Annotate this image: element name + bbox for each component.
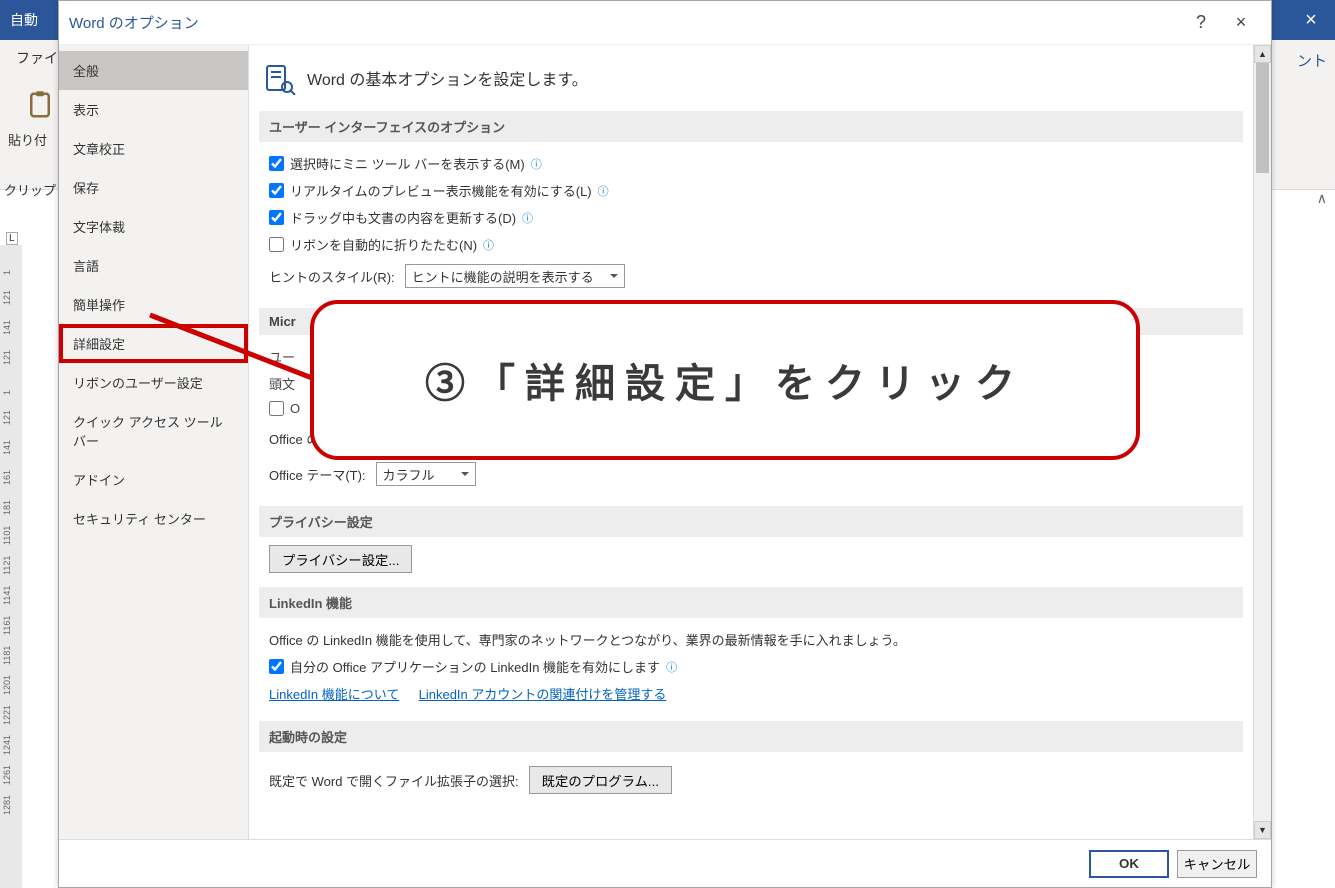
general-options-icon [263, 61, 297, 95]
clipboard-group-label: クリップ [4, 180, 56, 199]
link-linkedin-manage[interactable]: LinkedIn アカウントの関連付けを管理する [419, 684, 667, 703]
section-linkedin: LinkedIn 機能 [259, 587, 1243, 618]
linkedin-desc: Office の LinkedIn 機能を使用して、専門家のネットワークとつなが… [269, 626, 1233, 653]
scroll-up-icon[interactable]: ▲ [1254, 45, 1271, 63]
sidebar-item-typography[interactable]: 文字体裁 [59, 207, 248, 246]
hint-style-select[interactable]: ヒントに機能の説明を表示する [405, 264, 625, 288]
info-icon[interactable]: ⓘ [483, 237, 494, 253]
checkbox-update-on-drag[interactable]: ドラッグ中も文書の内容を更新する(D) [269, 208, 516, 227]
dialog-titlebar: Word のオプション ? × [59, 1, 1271, 45]
close-button[interactable]: × [1221, 12, 1261, 33]
sidebar-item-quick-access[interactable]: クイック アクセス ツール バー [59, 402, 248, 460]
section-privacy: プライバシー設定 [259, 506, 1243, 537]
default-programs-button[interactable]: 既定のプログラム... [529, 766, 672, 794]
sidebar-item-language[interactable]: 言語 [59, 246, 248, 285]
checkbox-trunc[interactable]: O [269, 401, 300, 416]
scroll-down-icon[interactable]: ▼ [1254, 821, 1271, 839]
ribbon-collapse-icon[interactable]: ∧ [1317, 190, 1327, 207]
checkbox-collapse-ribbon[interactable]: リボンを自動的に折りたたむ(N) [269, 235, 477, 254]
dialog-buttons: OK キャンセル [59, 839, 1271, 887]
checkbox-linkedin-enable[interactable]: 自分の Office アプリケーションの LinkedIn 機能を有効にします [269, 657, 660, 676]
hint-style-label: ヒントのスタイル(R): [269, 267, 395, 286]
sidebar-item-general[interactable]: 全般 [59, 51, 248, 90]
info-icon[interactable]: ⓘ [598, 183, 609, 199]
ok-button[interactable]: OK [1089, 850, 1169, 878]
link-linkedin-about[interactable]: LinkedIn 機能について [269, 684, 399, 703]
content-heading: Word の基本オプションを設定します。 [307, 66, 588, 90]
cancel-button[interactable]: キャンセル [1177, 850, 1257, 878]
checkbox-live-preview[interactable]: リアルタイムのプレビュー表示機能を有効にする(L) [269, 181, 592, 200]
info-icon[interactable]: ⓘ [522, 210, 533, 226]
sidebar-item-proofing[interactable]: 文章校正 [59, 129, 248, 168]
paste-icon [25, 90, 55, 120]
sidebar-item-trust-center[interactable]: セキュリティ センター [59, 499, 248, 538]
help-button[interactable]: ? [1181, 12, 1221, 33]
info-icon[interactable]: ⓘ [531, 156, 542, 172]
options-sidebar: 全般 表示 文章校正 保存 文字体裁 言語 簡単操作 詳細設定 リボンのユーザー… [59, 45, 249, 839]
sidebar-item-display[interactable]: 表示 [59, 90, 248, 129]
checkbox-mini-toolbar[interactable]: 選択時にミニ ツール バーを表示する(M) [269, 154, 525, 173]
tab-stop-indicator: L [6, 232, 18, 245]
paste-label: 貼り付 [8, 130, 47, 149]
app-close-icon[interactable]: × [1295, 2, 1327, 38]
privacy-settings-button[interactable]: プライバシー設定... [269, 545, 412, 573]
content-scrollbar[interactable]: ▲ ▼ [1253, 45, 1271, 839]
section-startup: 起動時の設定 [259, 721, 1243, 752]
info-icon[interactable]: ⓘ [666, 659, 677, 675]
vertical-ruler: 1 121 141 121 1 121 141 161 181 1101 112… [0, 245, 22, 888]
annotation-callout: ③「詳細設定」をクリック [310, 300, 1140, 460]
section-ui-options: ユーザー インターフェイスのオプション [259, 111, 1243, 142]
sidebar-item-save[interactable]: 保存 [59, 168, 248, 207]
scroll-thumb[interactable] [1256, 63, 1269, 173]
office-theme-label: Office テーマ(T): [269, 465, 366, 484]
titlebar-text: 自動 [10, 10, 38, 30]
ribbon-comment-fragment: ント [1297, 50, 1327, 71]
office-theme-select[interactable]: カラフル [376, 462, 476, 486]
sidebar-item-addins[interactable]: アドイン [59, 460, 248, 499]
default-programs-label: 既定で Word で開くファイル拡張子の選択: [269, 771, 519, 790]
dialog-title: Word のオプション [69, 12, 199, 33]
annotation-text: ③「詳細設定」をクリック [425, 351, 1025, 409]
